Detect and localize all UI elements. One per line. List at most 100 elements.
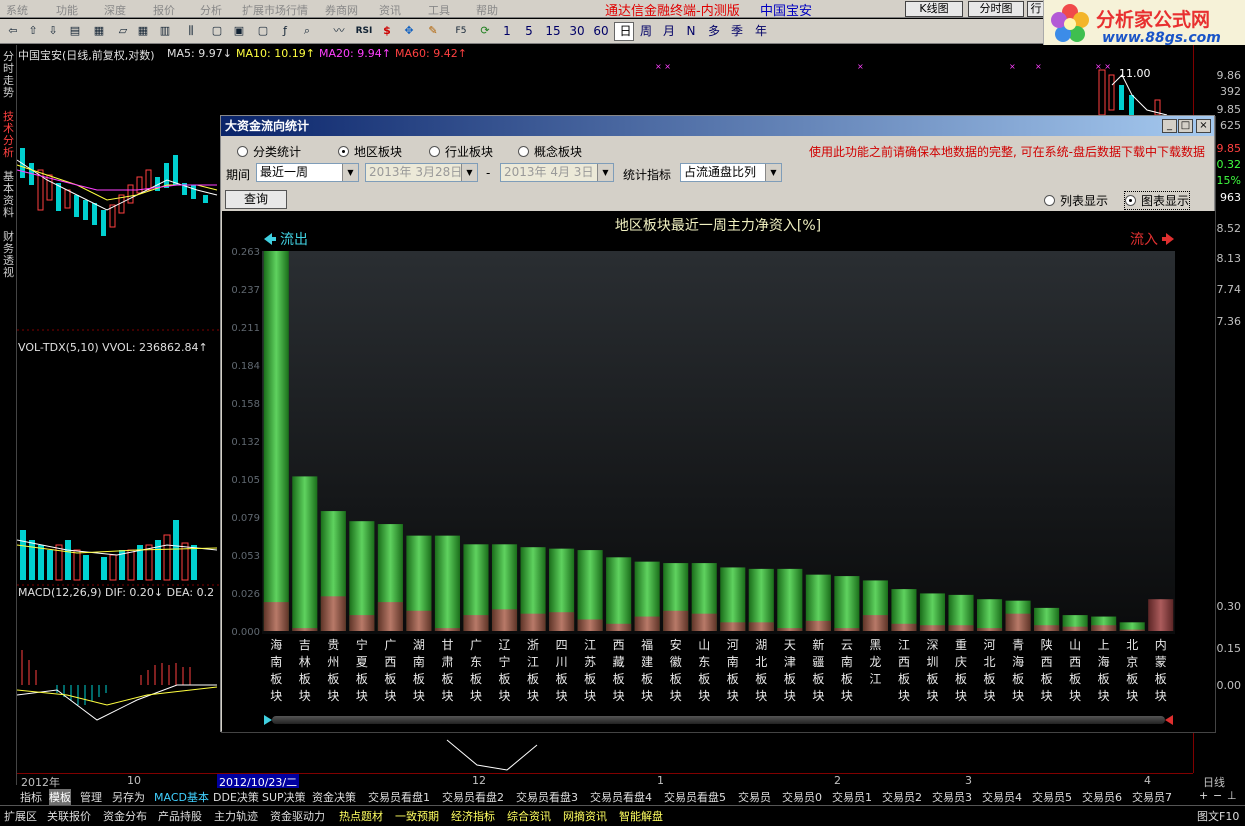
f10-link[interactable]: 图文F10 [1197, 808, 1239, 824]
zoom-icon[interactable]: ⌕ [298, 22, 316, 40]
side-tab-timeshare[interactable]: 分时走势 [1, 51, 16, 99]
maximize-icon[interactable]: □ [1178, 119, 1193, 133]
formula-tab[interactable]: DDE决策 [213, 789, 259, 805]
chart-scrollbar[interactable] [272, 716, 1165, 724]
bottom-tab[interactable]: 主力轨迹 [214, 808, 258, 824]
bottom-tab[interactable]: 一致预期 [395, 808, 439, 824]
chart-icon[interactable]: ▱ [114, 22, 132, 40]
period-day[interactable]: 日 [614, 22, 634, 41]
period-multi[interactable]: 多 [705, 22, 723, 40]
move-icon[interactable]: ✥ [400, 22, 418, 40]
period-month[interactable]: 月 [660, 22, 678, 40]
period-15min[interactable]: 15 [542, 22, 564, 40]
formula-tab[interactable]: 交易员看盘1 [368, 789, 430, 805]
stat-metric-select[interactable]: 占流通盘比列 ▼ [680, 163, 782, 182]
menu-item-analysis[interactable]: 分析 [200, 2, 222, 18]
dialog-title[interactable]: 大资金流向统计 [221, 116, 1214, 136]
query-button[interactable]: 查询 [225, 190, 287, 209]
formula-tab[interactable]: 交易员0 [782, 789, 822, 805]
close-icon[interactable]: × [1196, 119, 1211, 133]
rsi-icon[interactable]: RSI [354, 22, 374, 40]
formula-tab[interactable]: 另存为 [112, 789, 145, 805]
side-tab-technical[interactable]: 技术分析 [1, 111, 16, 159]
fx-icon[interactable]: ƒ [276, 22, 294, 40]
radio-industry-sector[interactable]: 行业板块 [429, 143, 493, 160]
menu-item-extended-market[interactable]: 扩展市场行情 [242, 2, 308, 18]
report-icon[interactable]: ▦ [90, 22, 108, 40]
minimize-icon[interactable]: _ [1162, 119, 1177, 133]
bottom-tab[interactable]: 综合资讯 [507, 808, 551, 824]
formula-tab[interactable]: 交易员4 [982, 789, 1022, 805]
plus-icon[interactable]: + [1199, 789, 1208, 802]
pencil-icon[interactable]: ✎ [424, 22, 442, 40]
timeshare-button[interactable]: 分时图 [968, 1, 1024, 17]
formula-tab[interactable]: 交易员看盘5 [664, 789, 726, 805]
formula-tab[interactable]: 交易员看盘2 [442, 789, 504, 805]
bottom-tab[interactable]: 智能解盘 [619, 808, 663, 824]
formula-tab[interactable]: SUP决策 [262, 789, 306, 805]
grid-icon[interactable]: ▦ [134, 22, 152, 40]
scroll-left-icon[interactable] [264, 715, 272, 725]
period-60min[interactable]: 60 [590, 22, 612, 40]
menu-item-quote[interactable]: 报价 [153, 2, 175, 18]
formula-tab[interactable]: 交易员看盘4 [590, 789, 652, 805]
date-from-picker[interactable]: 2013年 3月28日 ▼ [365, 163, 478, 182]
back-arrow-icon[interactable]: ⇦ [4, 22, 22, 40]
menu-item-news[interactable]: 资讯 [379, 2, 401, 18]
pin-icon[interactable]: ⊥ [1227, 789, 1237, 802]
bottom-tab[interactable]: 资金驱动力 [270, 808, 325, 824]
menu-item-depth[interactable]: 深度 [104, 2, 126, 18]
period-quarter[interactable]: 季 [728, 22, 746, 40]
up-arrow-icon[interactable]: ⇧ [24, 22, 42, 40]
f10-icon[interactable]: ▢ [208, 22, 226, 40]
down-arrow-icon[interactable]: ⇩ [44, 22, 62, 40]
period-5min[interactable]: 5 [520, 22, 538, 40]
formula-tab[interactable]: 交易员 [738, 789, 771, 805]
kline-button[interactable]: K线图 [905, 1, 963, 17]
menu-item-system[interactable]: 系统 [6, 2, 28, 18]
formula-tab[interactable]: 模板 [49, 789, 71, 805]
refresh-icon[interactable]: ⟳ [476, 22, 494, 40]
bottom-tab[interactable]: 热点题材 [339, 808, 383, 824]
compare-icon[interactable]: ▥ [156, 22, 174, 40]
radio-category-stats[interactable]: 分类统计 [237, 143, 301, 160]
list-icon[interactable]: ▤ [66, 22, 84, 40]
period-n[interactable]: N [683, 22, 699, 40]
bottom-tab[interactable]: 关联报价 [47, 808, 91, 824]
note-icon[interactable]: ▣ [230, 22, 248, 40]
bottom-tab[interactable]: 扩展区 [4, 808, 37, 824]
f12-icon[interactable]: ▢ [254, 22, 272, 40]
formula-tab[interactable]: 资金决策 [312, 789, 356, 805]
menu-item-help[interactable]: 帮助 [476, 2, 498, 18]
dollar-icon[interactable]: $ [378, 22, 396, 40]
formula-tab[interactable]: 交易员2 [882, 789, 922, 805]
formula-tab[interactable]: 交易员看盘3 [516, 789, 578, 805]
radio-list-view[interactable]: 列表显示 [1044, 192, 1108, 209]
date-to-picker[interactable]: 2013年 4月 3日 ▼ [500, 163, 614, 182]
formula-tab[interactable]: 管理 [80, 789, 102, 805]
side-tab-basic[interactable]: 基本资料 [1, 171, 16, 219]
menu-item-function[interactable]: 功能 [56, 2, 78, 18]
formula-tab[interactable]: 交易员6 [1082, 789, 1122, 805]
formula-tab[interactable]: 交易员7 [1132, 789, 1172, 805]
f5-icon[interactable]: F5 [452, 22, 470, 40]
side-tab-finance[interactable]: 财务透视 [1, 231, 16, 279]
period-1min[interactable]: 1 [498, 22, 516, 40]
period-select[interactable]: 最近一周 ▼ [256, 163, 359, 182]
radio-concept-sector[interactable]: 概念板块 [518, 143, 582, 160]
bottom-tab[interactable]: 资金分布 [103, 808, 147, 824]
candles-icon[interactable]: ⫼ [182, 22, 200, 40]
formula-tab[interactable]: 交易员3 [932, 789, 972, 805]
period-year[interactable]: 年 [752, 22, 770, 40]
formula-tab[interactable]: 交易员1 [832, 789, 872, 805]
formula-tab[interactable]: 指标 [20, 789, 42, 805]
bottom-tab[interactable]: 经济指标 [451, 808, 495, 824]
formula-tab[interactable]: 交易员5 [1032, 789, 1072, 805]
menu-item-tools[interactable]: 工具 [428, 2, 450, 18]
line-chart-icon[interactable]: 〰 [330, 22, 348, 40]
scroll-right-icon[interactable] [1165, 715, 1173, 725]
period-30min[interactable]: 30 [566, 22, 588, 40]
period-week[interactable]: 周 [637, 22, 655, 40]
bottom-tab[interactable]: 网摘资讯 [563, 808, 607, 824]
minus-icon[interactable]: − [1213, 789, 1222, 802]
